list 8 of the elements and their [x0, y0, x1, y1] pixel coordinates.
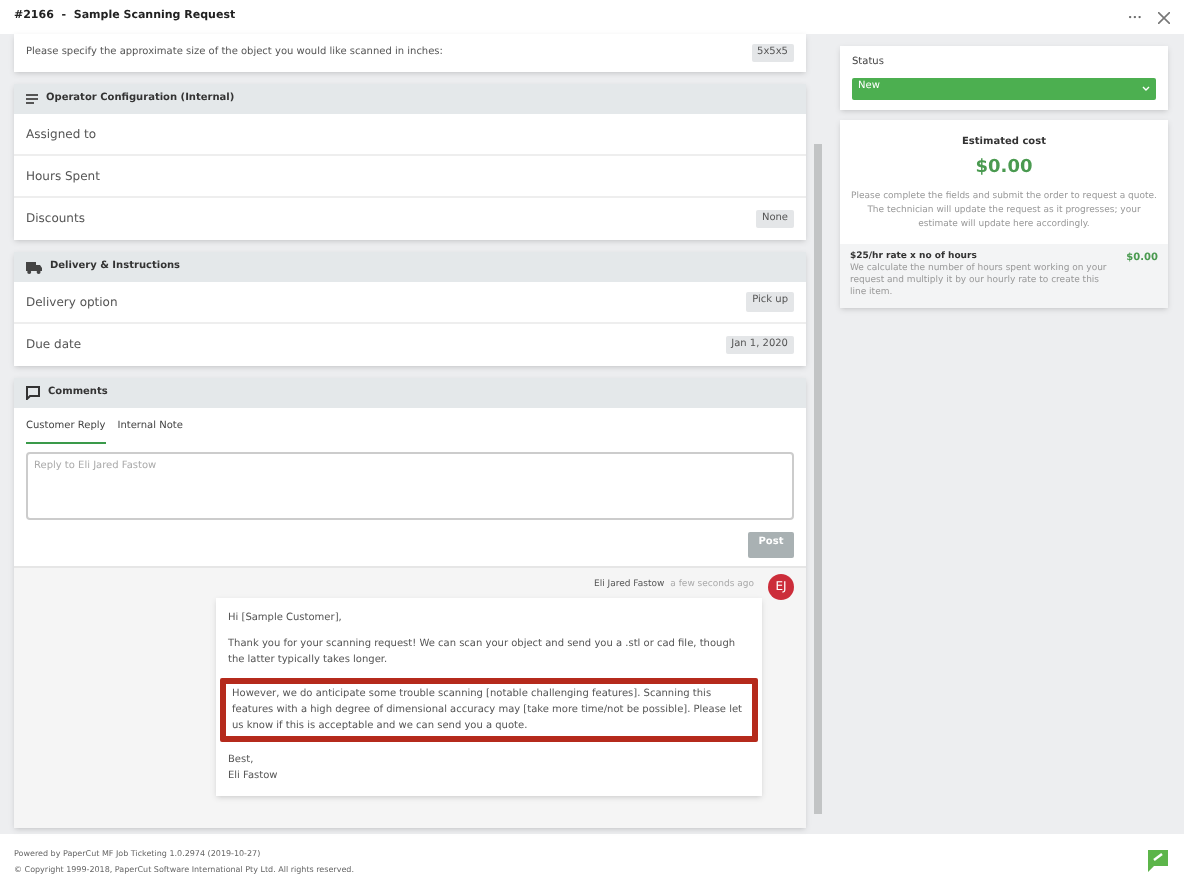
list-icon	[26, 94, 38, 104]
comment-icon	[26, 386, 40, 400]
truck-icon	[26, 261, 42, 273]
scrollbar[interactable]	[814, 144, 822, 814]
chevron-icon	[1142, 85, 1150, 91]
close-icon[interactable]	[1158, 11, 1170, 23]
chat-icon[interactable]	[1146, 848, 1170, 874]
estimate-total: $0.00	[975, 156, 1033, 182]
